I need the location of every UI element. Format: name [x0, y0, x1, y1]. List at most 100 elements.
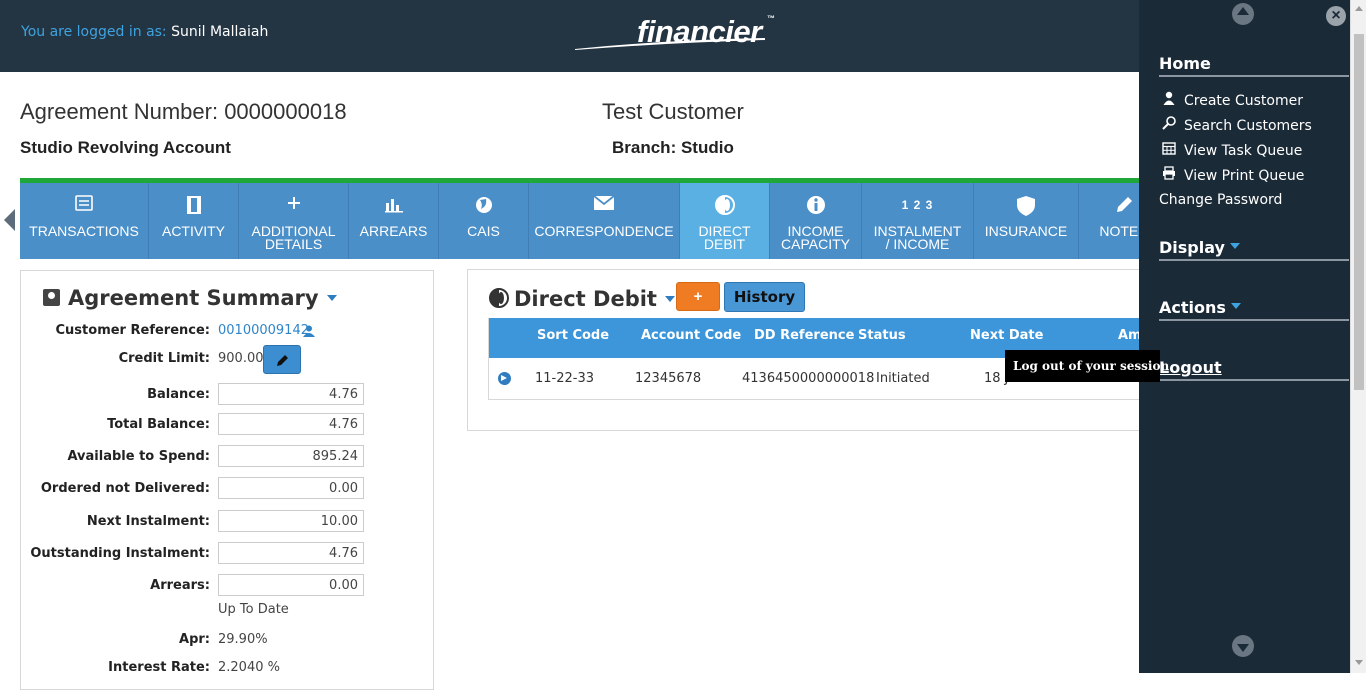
direct-debit-title[interactable]: Direct Debit [488, 287, 675, 311]
tab-label-line2: DEBIT [703, 236, 746, 252]
tab-correspondence[interactable]: CORRESPONDENCE [529, 183, 680, 259]
tab-insurance[interactable]: INSURANCE [974, 183, 1079, 259]
ordered-not-delivered-field[interactable]: 0.00 [218, 477, 364, 499]
arrears-field[interactable]: 0.00 [218, 574, 364, 596]
total-balance-row: Total Balance: 4.76 [21, 413, 435, 437]
apr-label: Apr: [179, 632, 210, 647]
credit-limit-value: 900.00 [218, 351, 264, 366]
cell-sort-code: 11-22-33 [535, 371, 595, 386]
tab-activity[interactable]: ACTIVITY [149, 183, 239, 259]
interest-rate-row: Interest Rate: 2.2040 % [21, 656, 435, 680]
actions-heading-text: Actions [1159, 298, 1226, 317]
film-icon [149, 195, 238, 217]
column-header-account-code[interactable]: Account Code [641, 328, 741, 343]
agreement-type: Studio Revolving Account [20, 138, 231, 157]
numbers-icon: 1 2 3 [901, 198, 934, 212]
menu-item-change-password[interactable]: Change Password [1159, 192, 1282, 208]
arrears-status-row: Up To Date [21, 598, 435, 622]
menu-home-heading[interactable]: Home [1159, 54, 1349, 77]
scrollbar-thumb[interactable] [1354, 34, 1364, 390]
logo-text: financier [637, 14, 762, 49]
tab-label: CAIS [467, 223, 500, 239]
customer-reference-label: Customer Reference: [55, 323, 210, 338]
total-balance-field[interactable]: 4.76 [218, 413, 364, 435]
user-icon[interactable] [303, 325, 315, 337]
available-to-spend-row: Available to Spend: 895.24 [21, 445, 435, 469]
contrast-icon [680, 195, 769, 217]
tab-label: TRANSACTIONS [29, 223, 139, 239]
ordered-not-delivered-row: Ordered not Delivered: 0.00 [21, 477, 435, 501]
field-label: Balance: [147, 387, 210, 402]
tab-transactions[interactable]: TRANSACTIONS [20, 183, 149, 259]
scroll-up-arrow-icon[interactable] [1355, 6, 1363, 11]
next-instalment-row: Next Instalment: 10.00 [21, 510, 435, 534]
tab-label: NOTES [1099, 223, 1140, 239]
agreement-summary-panel: Agreement Summary Customer Reference: 00… [20, 270, 434, 690]
arrow-circle-right-icon[interactable] [498, 372, 511, 385]
history-button[interactable]: History [724, 282, 805, 312]
calendar-icon [1159, 141, 1179, 159]
pencil-icon [1079, 195, 1140, 217]
logout-tooltip: Log out of your session [1005, 350, 1169, 382]
field-label: Outstanding Instalment: [30, 546, 210, 561]
credit-limit-row: Credit Limit: 900.00 [21, 347, 435, 371]
tab-label: INSURANCE [984, 223, 1068, 239]
logged-in-text: You are logged in as: Sunil Mallaiah [21, 24, 268, 40]
chevron-down-icon [664, 296, 675, 302]
close-menu-button[interactable]: × [1326, 6, 1346, 26]
scroll-down-icon[interactable] [1232, 635, 1254, 657]
next-instalment-field[interactable]: 10.00 [218, 510, 364, 532]
tab-additional-details[interactable]: ADDITIONAL DETAILS [239, 183, 349, 259]
column-header-next-date[interactable]: Next Date [970, 328, 1043, 343]
tab-label: ARREARS [359, 223, 428, 239]
tabs-scroll-left-icon[interactable] [4, 209, 15, 231]
chevron-down-icon [1229, 243, 1240, 249]
balance-field[interactable]: 4.76 [218, 383, 364, 405]
tab-instalment-income[interactable]: 1 2 3 INSTALMENT / INCOME [862, 183, 974, 259]
list-icon [20, 195, 148, 217]
contrast-icon [489, 288, 509, 308]
globe-icon [439, 195, 528, 217]
outstanding-instalment-field[interactable]: 4.76 [218, 542, 364, 564]
customer-reference-row: Customer Reference: 00100009142 [21, 319, 435, 343]
field-label: Total Balance: [107, 417, 210, 432]
logo-trademark: ™ [767, 14, 775, 23]
column-header-status[interactable]: Status [858, 328, 906, 343]
outstanding-instalment-row: Outstanding Instalment: 4.76 [21, 542, 435, 566]
shield-icon [974, 195, 1078, 217]
scroll-down-arrow-icon[interactable] [1355, 660, 1363, 665]
menu-item-view-task-queue[interactable]: View Task Queue [1159, 141, 1302, 159]
apr-value: 29.90% [218, 632, 268, 647]
customer-reference-link[interactable]: 00100009142 [218, 323, 309, 338]
page-scrollbar[interactable] [1350, 0, 1366, 673]
agreement-summary-title[interactable]: Agreement Summary [43, 286, 337, 310]
agreement-tabs: TRANSACTIONS ACTIVITY ADDITIONAL DETAILS … [20, 183, 1140, 259]
credit-limit-label: Credit Limit: [118, 351, 210, 366]
tab-direct-debit[interactable]: DIRECT DEBIT [680, 183, 770, 259]
cell-dd-reference: 4136450000000018 [742, 371, 875, 386]
column-header-sort-code[interactable]: Sort Code [537, 328, 609, 343]
menu-item-search-customers[interactable]: Search Customers [1159, 116, 1312, 134]
side-menu: × Home Create Customer Search Customers … [1139, 0, 1350, 673]
arrears-status: Up To Date [218, 602, 289, 617]
column-header-dd-reference[interactable]: DD Reference [754, 328, 854, 343]
menu-item-label: View Print Queue [1184, 168, 1305, 184]
tab-income-capacity[interactable]: INCOME CAPACITY [770, 183, 862, 259]
tab-label-line2: DETAILS [264, 236, 323, 252]
menu-item-create-customer[interactable]: Create Customer [1159, 91, 1303, 109]
chevron-down-icon [1230, 303, 1241, 309]
menu-item-label: View Task Queue [1184, 143, 1303, 159]
scroll-up-icon[interactable] [1232, 3, 1254, 25]
add-direct-debit-button[interactable]: + [676, 282, 720, 311]
edit-credit-limit-button[interactable] [263, 345, 301, 374]
available-to-spend-field[interactable]: 895.24 [218, 445, 364, 467]
tab-cais[interactable]: CAIS [439, 183, 529, 259]
tab-arrears[interactable]: ARREARS [349, 183, 439, 259]
tab-label-line2: / INCOME [885, 236, 950, 252]
menu-item-view-print-queue[interactable]: View Print Queue [1159, 166, 1304, 184]
menu-actions-heading[interactable]: Actions [1159, 298, 1349, 321]
menu-logout-link[interactable]: Logout [1159, 358, 1349, 381]
menu-display-heading[interactable]: Display [1159, 238, 1349, 261]
financier-logo: financier ™ [575, 12, 785, 52]
tab-notes[interactable]: NOTES [1079, 183, 1140, 259]
